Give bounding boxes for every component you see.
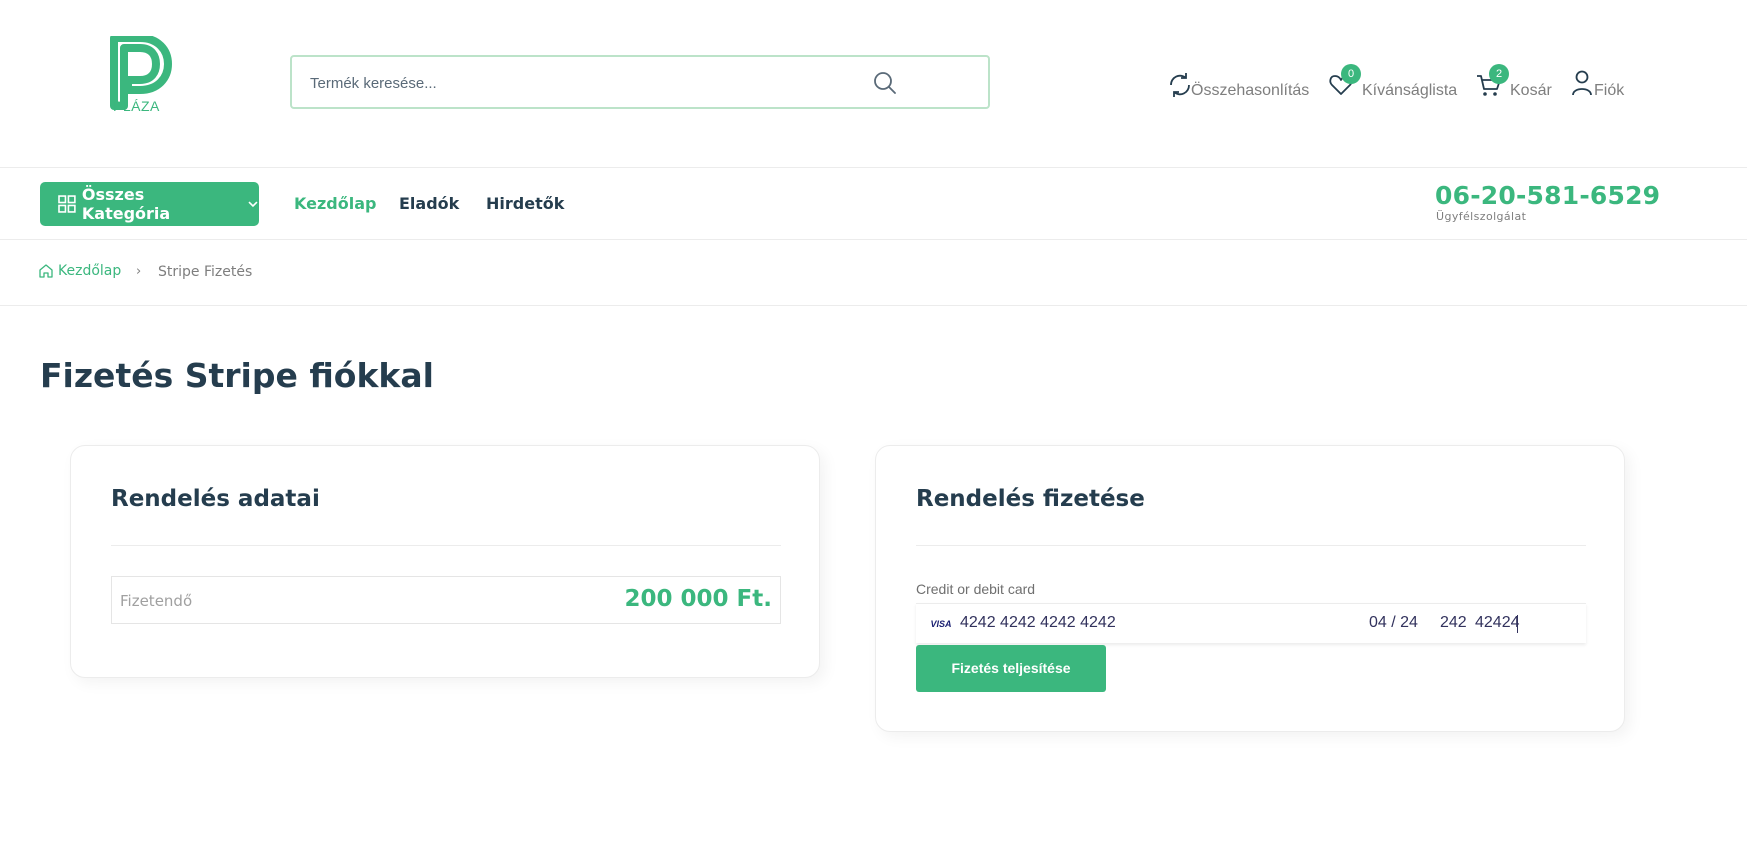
visa-icon: VISA [930, 619, 952, 629]
site-header: PLÁZA Összehasonlítás 0 Kívánságlista [0, 0, 1747, 168]
brand-name[interactable]: PLÁZA [113, 98, 160, 114]
nav-link-advertisers[interactable]: Hirdetők [486, 194, 564, 213]
card-postal-input[interactable]: 42424 [1475, 614, 1520, 632]
heart-icon: 0 [1328, 64, 1361, 100]
breadcrumb-current: Stripe Fizetés [158, 264, 253, 280]
cart-count-badge: 2 [1489, 64, 1509, 84]
wishlist-link[interactable]: 0 Kívánságlista [1328, 64, 1458, 100]
card-number-input[interactable]: 4242 4242 4242 4242 [960, 614, 1116, 632]
page-title: Fizetés Stripe fiókkal [40, 356, 434, 395]
card-field-label: Credit or debit card [916, 581, 1036, 597]
breadcrumb: Kezdőlap › Stripe Fizetés [0, 240, 1747, 306]
order-payment-card: Rendelés fizetése Credit or debit card V… [875, 445, 1625, 732]
total-label: Fizetendő [120, 592, 193, 610]
breadcrumb-home-label: Kezdőlap [58, 263, 122, 279]
user-icon [1570, 70, 1594, 100]
order-details-card: Rendelés adatai Fizetendő 200 000 Ft. [70, 445, 820, 678]
all-categories-label: Összes Kategória [81, 185, 171, 223]
compare-label: Összehasonlítás [1191, 82, 1310, 99]
grid-icon [58, 195, 76, 213]
home-icon [39, 264, 53, 278]
compare-link[interactable]: Összehasonlítás [1167, 66, 1309, 100]
divider [916, 545, 1586, 546]
card-element[interactable]: VISA 4242 4242 4242 4242 04 / 24 242 424… [916, 603, 1586, 643]
card-expiry-input[interactable]: 04 / 24 [1369, 614, 1418, 632]
support-phone-label: Ügyfélszolgálat [1436, 210, 1527, 223]
wishlist-label: Kívánságlista [1362, 82, 1458, 99]
support-phone[interactable]: 06-20-581-6529 [1435, 181, 1660, 210]
total-value: 200 000 Ft. [624, 586, 772, 612]
wishlist-count-badge: 0 [1341, 64, 1361, 84]
order-payment-title: Rendelés fizetése [916, 486, 1145, 512]
breadcrumb-separator: › [136, 264, 142, 279]
search-input[interactable] [310, 71, 870, 95]
total-row: Fizetendő 200 000 Ft. [111, 576, 781, 624]
search-box [290, 55, 990, 109]
card-cvc-input[interactable]: 242 [1440, 614, 1467, 632]
account-link[interactable]: Fiók [1570, 66, 1624, 100]
order-details-title: Rendelés adatai [111, 486, 320, 512]
all-categories-button[interactable]: Összes Kategória [40, 182, 259, 226]
breadcrumb-home[interactable]: Kezdőlap [38, 263, 121, 279]
submit-payment-button[interactable]: Fizetés teljesítése [916, 645, 1106, 692]
search-icon[interactable] [872, 70, 898, 96]
chevron-down-icon [248, 201, 258, 208]
nav-link-sellers[interactable]: Eladók [399, 194, 459, 213]
cart-label: Kosár [1510, 82, 1552, 99]
account-label: Fiók [1594, 82, 1625, 99]
main-nav: Összes Kategória Kezdőlap Eladók Hirdető… [0, 168, 1747, 240]
cart-icon: 2 [1476, 64, 1509, 100]
nav-link-home[interactable]: Kezdőlap [294, 194, 376, 213]
refresh-icon [1167, 70, 1195, 100]
divider [111, 545, 781, 546]
text-caret [1517, 615, 1518, 633]
cart-link[interactable]: 2 Kosár [1476, 64, 1552, 100]
